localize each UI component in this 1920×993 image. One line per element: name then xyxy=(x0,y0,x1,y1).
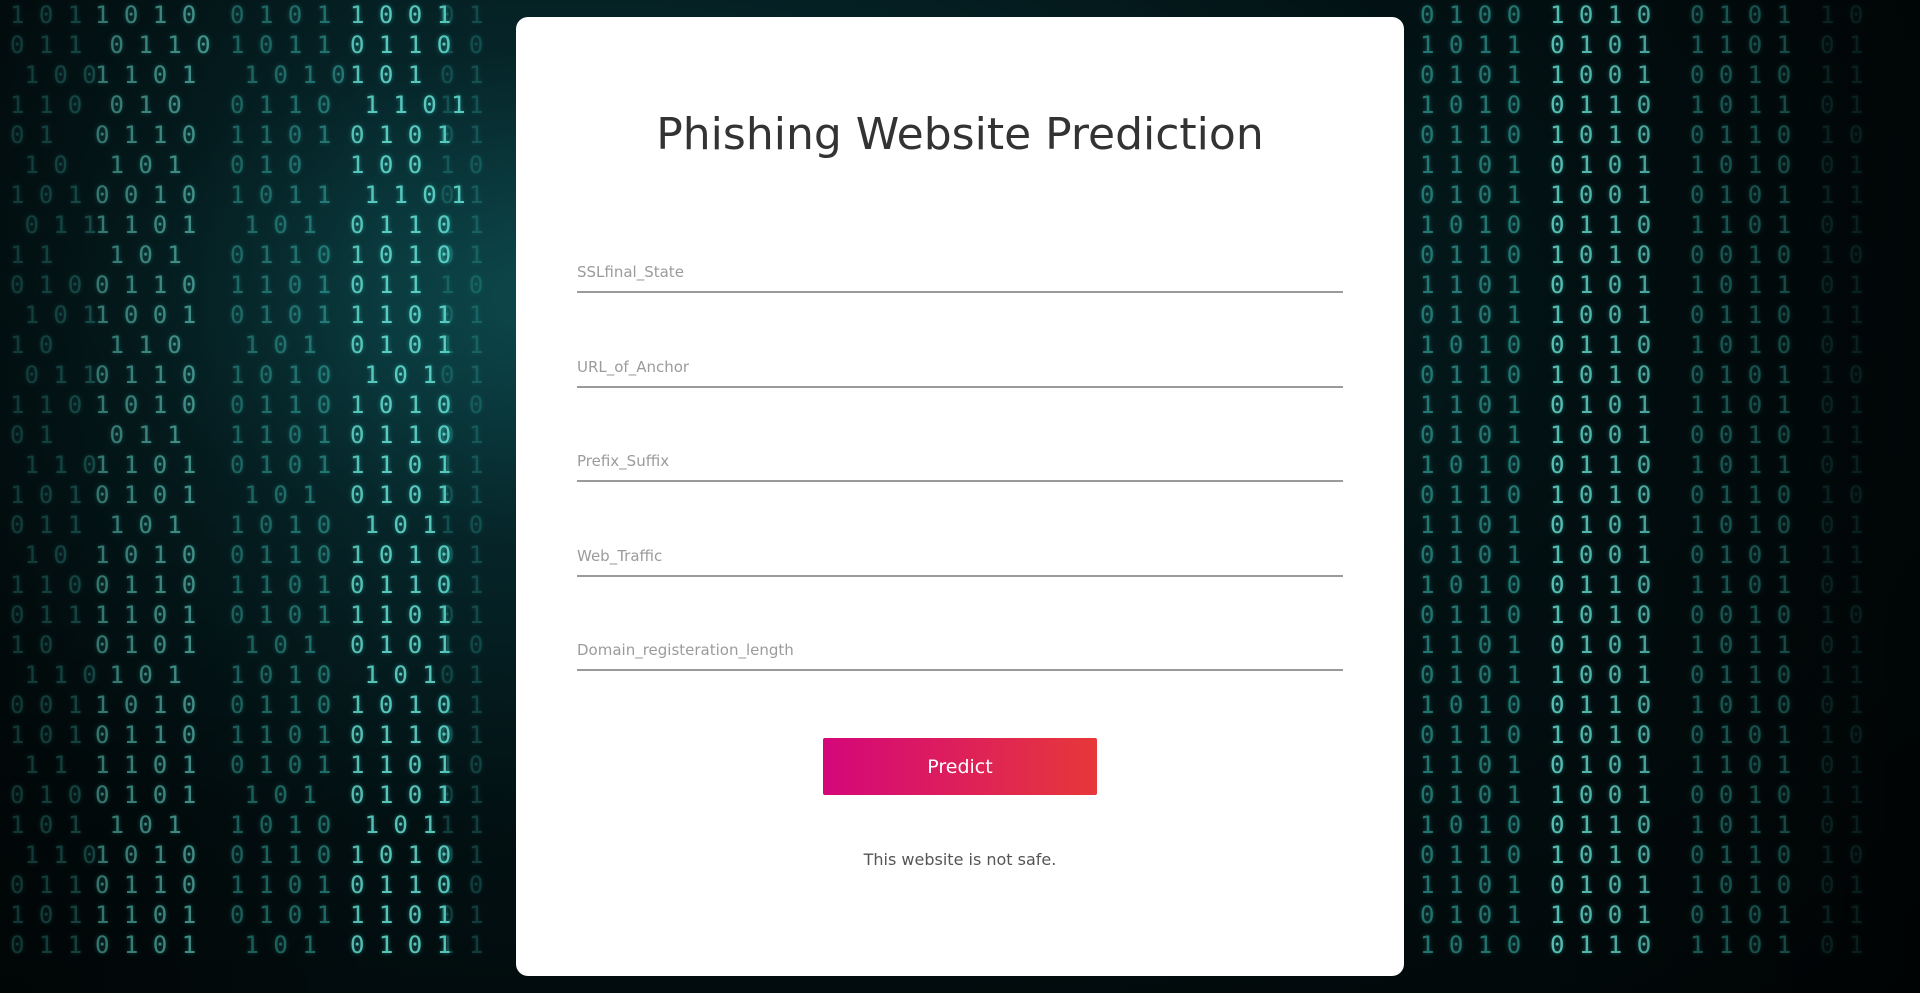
predict-button[interactable]: Predict xyxy=(823,738,1097,795)
prefix-suffix-input[interactable] xyxy=(577,442,1343,480)
prediction-result-text: This website is not safe. xyxy=(863,850,1057,869)
domain-registeration-length-input[interactable] xyxy=(577,631,1343,669)
field-web-traffic[interactable] xyxy=(577,537,1343,577)
field-domain-registeration-length[interactable] xyxy=(577,631,1343,671)
web-traffic-input[interactable] xyxy=(577,537,1343,575)
field-sslfinal-state[interactable] xyxy=(577,253,1343,293)
page-title: Phishing Website Prediction xyxy=(656,109,1264,160)
field-url-of-anchor[interactable] xyxy=(577,348,1343,388)
prediction-form-card: Phishing Website Prediction Predict This… xyxy=(516,17,1404,976)
url-of-anchor-input[interactable] xyxy=(577,348,1343,386)
field-prefix-suffix[interactable] xyxy=(577,442,1343,482)
sslfinal-state-input[interactable] xyxy=(577,253,1343,291)
